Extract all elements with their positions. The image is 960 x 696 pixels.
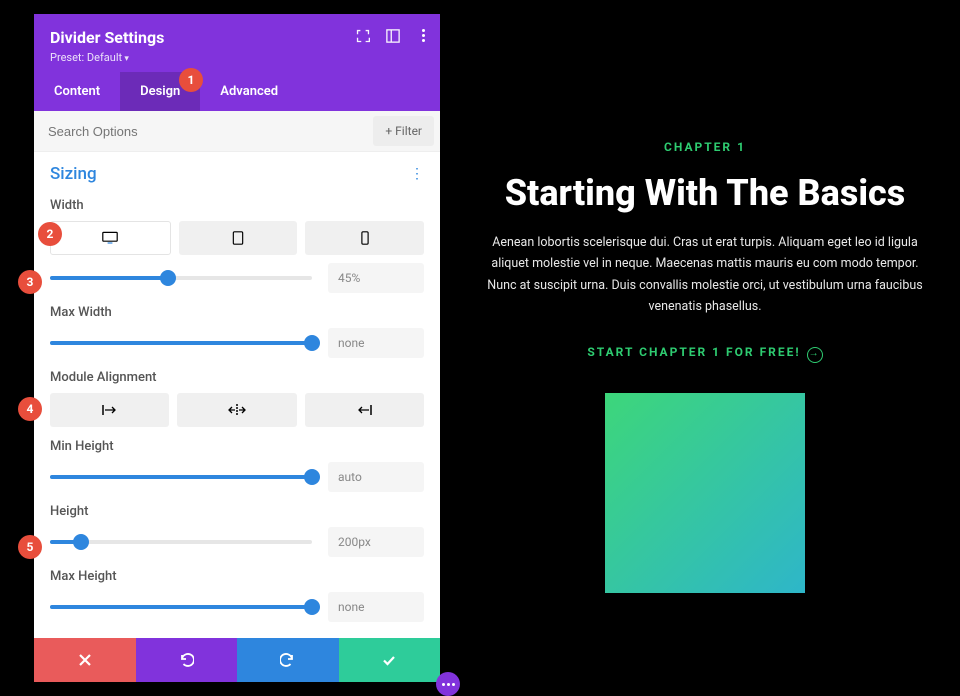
panel-header: Divider Settings Preset: Default bbox=[34, 14, 440, 72]
callout-badge-3: 3 bbox=[18, 270, 42, 294]
save-button[interactable] bbox=[339, 638, 441, 682]
search-input[interactable] bbox=[34, 112, 367, 151]
responsive-tablet[interactable] bbox=[179, 221, 298, 255]
label-min-height: Min Height bbox=[50, 439, 424, 454]
min-height-slider-thumb[interactable] bbox=[304, 469, 320, 485]
tab-content[interactable]: Content bbox=[34, 72, 120, 111]
panel-footer bbox=[34, 638, 440, 682]
filter-button[interactable]: Filter bbox=[373, 116, 434, 146]
undo-button[interactable] bbox=[136, 638, 238, 682]
min-height-value[interactable]: auto bbox=[328, 462, 424, 492]
settings-panel: Divider Settings Preset: Default Content… bbox=[34, 14, 440, 682]
preset-dropdown[interactable]: Preset: Default bbox=[50, 51, 424, 64]
more-icon[interactable] bbox=[416, 28, 430, 47]
responsive-desktop[interactable] bbox=[50, 221, 171, 255]
label-width: Width bbox=[50, 198, 424, 213]
max-height-slider[interactable] bbox=[50, 605, 312, 609]
redo-button[interactable] bbox=[237, 638, 339, 682]
min-height-slider[interactable] bbox=[50, 475, 312, 479]
label-alignment: Module Alignment bbox=[50, 370, 424, 385]
max-height-slider-thumb[interactable] bbox=[304, 599, 320, 615]
align-left-button[interactable] bbox=[50, 393, 169, 427]
layout-icon[interactable] bbox=[386, 28, 400, 47]
align-center-button[interactable] bbox=[177, 393, 296, 427]
height-slider[interactable] bbox=[50, 540, 312, 544]
label-max-width: Max Width bbox=[50, 305, 424, 320]
close-button[interactable] bbox=[34, 638, 136, 682]
search-row: Filter bbox=[34, 111, 440, 152]
callout-badge-1: 1 bbox=[179, 68, 203, 92]
responsive-phone[interactable] bbox=[305, 221, 424, 255]
preview-title: Starting With The Basics bbox=[470, 172, 940, 214]
max-width-value[interactable]: none bbox=[328, 328, 424, 358]
expand-icon[interactable] bbox=[356, 28, 370, 47]
height-value[interactable]: 200px bbox=[328, 527, 424, 557]
preview-content: CHAPTER 1 Starting With The Basics Aenea… bbox=[470, 140, 940, 593]
responsive-tabs bbox=[50, 221, 424, 255]
callout-badge-5: 5 bbox=[18, 535, 42, 559]
label-height: Height bbox=[50, 504, 424, 519]
callout-badge-4: 4 bbox=[18, 397, 42, 421]
label-max-height: Max Height bbox=[50, 569, 424, 584]
settings-tabs: Content Design Advanced bbox=[34, 72, 440, 111]
panel-body[interactable]: Sizing ⋮ Width 45% Max Width none bbox=[34, 152, 440, 638]
section-menu-icon[interactable]: ⋮ bbox=[410, 166, 424, 182]
height-slider-thumb[interactable] bbox=[73, 534, 89, 550]
width-slider[interactable] bbox=[50, 276, 312, 280]
max-width-slider[interactable] bbox=[50, 341, 312, 345]
max-height-value[interactable]: none bbox=[328, 592, 424, 622]
chapter-eyebrow: CHAPTER 1 bbox=[470, 140, 940, 154]
max-width-slider-thumb[interactable] bbox=[304, 335, 320, 351]
width-slider-thumb[interactable] bbox=[160, 270, 176, 286]
align-right-button[interactable] bbox=[305, 393, 424, 427]
divider-module-preview[interactable] bbox=[605, 393, 805, 593]
preview-body: Aenean lobortis scelerisque dui. Cras ut… bbox=[470, 232, 940, 317]
preview-cta-link[interactable]: START CHAPTER 1 FOR FREE! bbox=[470, 345, 940, 363]
width-value[interactable]: 45% bbox=[328, 263, 424, 293]
section-sizing[interactable]: Sizing bbox=[50, 164, 97, 184]
callout-badge-2: 2 bbox=[38, 222, 62, 246]
module-options-button[interactable] bbox=[436, 672, 460, 696]
tab-advanced[interactable]: Advanced bbox=[200, 72, 298, 111]
